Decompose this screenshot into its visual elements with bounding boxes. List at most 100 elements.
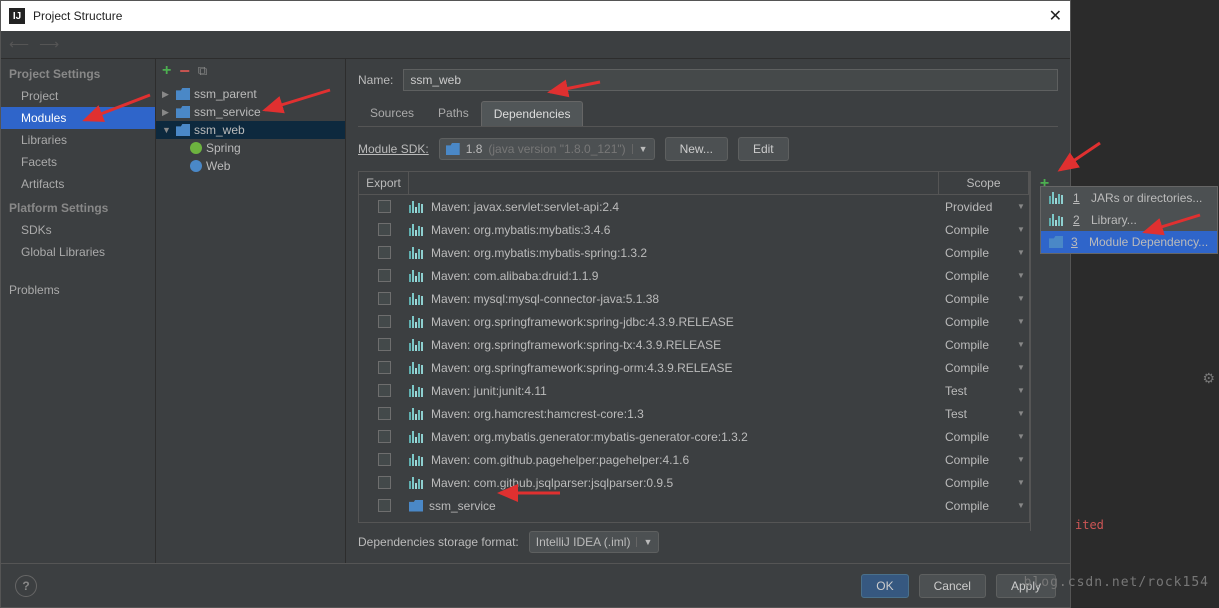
titlebar: IJ Project Structure ✕ xyxy=(1,1,1070,31)
cancel-button[interactable]: Cancel xyxy=(919,574,986,598)
popup-item-library[interactable]: 2Library... xyxy=(1041,209,1217,231)
dependency-scope[interactable]: Provided xyxy=(939,200,1017,214)
dependency-row[interactable]: Maven: com.github.jsqlparser:jsqlparser:… xyxy=(359,471,1029,494)
dependency-row[interactable]: Maven: com.github.pagehelper:pagehelper:… xyxy=(359,448,1029,471)
dependency-scope[interactable]: Compile xyxy=(939,453,1017,467)
forward-icon[interactable]: ⟶ xyxy=(39,36,59,53)
dependency-scope[interactable]: Test xyxy=(939,384,1017,398)
dependency-scope[interactable]: Compile xyxy=(939,361,1017,375)
popup-item-module-dependency[interactable]: 3Module Dependency... xyxy=(1041,231,1217,253)
tab-sources[interactable]: Sources xyxy=(358,101,426,126)
module-details: Name: Sources Paths Dependencies Module … xyxy=(346,59,1070,563)
export-checkbox[interactable] xyxy=(378,361,391,374)
tab-paths[interactable]: Paths xyxy=(426,101,481,126)
dependency-scope[interactable]: Compile xyxy=(939,499,1017,513)
dependency-row[interactable]: Maven: org.mybatis:mybatis:3.4.6Compile▼ xyxy=(359,218,1029,241)
sidebar-item-project[interactable]: Project xyxy=(1,85,155,107)
dependency-scope[interactable]: Compile xyxy=(939,476,1017,490)
ok-button[interactable]: OK xyxy=(861,574,908,598)
dependency-row[interactable]: Maven: mysql:mysql-connector-java:5.1.38… xyxy=(359,287,1029,310)
popup-item-jars[interactable]: 1JARs or directories... xyxy=(1041,187,1217,209)
dependency-scope[interactable]: Test xyxy=(939,407,1017,421)
chevron-down-icon[interactable]: ▼ xyxy=(1017,271,1029,280)
edit-sdk-button[interactable]: Edit xyxy=(738,137,789,161)
add-module-icon[interactable]: + xyxy=(162,62,171,80)
module-sdk-combo[interactable]: 1.8 (java version "1.8.0_121") ▼ xyxy=(439,138,655,160)
nav-toolbar: ⟵ ⟶ xyxy=(1,31,1070,59)
sidebar-item-facets[interactable]: Facets xyxy=(1,151,155,173)
tree-node-spring[interactable]: Spring xyxy=(156,139,345,157)
dependency-row[interactable]: Maven: org.mybatis.generator:mybatis-gen… xyxy=(359,425,1029,448)
dependency-scope[interactable]: Compile xyxy=(939,292,1017,306)
chevron-down-icon[interactable]: ▼ xyxy=(1017,225,1029,234)
library-icon xyxy=(409,362,425,374)
sidebar-item-artifacts[interactable]: Artifacts xyxy=(1,173,155,195)
export-checkbox[interactable] xyxy=(378,292,391,305)
gear-icon[interactable]: ⚙ xyxy=(1202,370,1215,387)
tab-dependencies[interactable]: Dependencies xyxy=(481,101,584,126)
tree-node-ssm-web[interactable]: ▼ssm_web xyxy=(156,121,345,139)
close-icon[interactable]: ✕ xyxy=(1049,6,1062,26)
chevron-down-icon[interactable]: ▼ xyxy=(1017,340,1029,349)
new-sdk-button[interactable]: New... xyxy=(665,137,728,161)
chevron-down-icon[interactable]: ▼ xyxy=(1017,478,1029,487)
library-icon xyxy=(1049,214,1065,226)
chevron-down-icon[interactable]: ▼ xyxy=(1017,317,1029,326)
sidebar-item-problems[interactable]: Problems xyxy=(1,279,155,301)
help-icon[interactable]: ? xyxy=(15,575,37,597)
dependency-scope[interactable]: Compile xyxy=(939,223,1017,237)
sidebar-item-libraries[interactable]: Libraries xyxy=(1,129,155,151)
name-input[interactable] xyxy=(403,69,1058,91)
tree-node-web[interactable]: Web xyxy=(156,157,345,175)
export-checkbox[interactable] xyxy=(378,269,391,282)
export-checkbox[interactable] xyxy=(378,246,391,259)
chevron-down-icon[interactable]: ▼ xyxy=(1017,294,1029,303)
back-icon[interactable]: ⟵ xyxy=(9,36,29,53)
export-checkbox[interactable] xyxy=(378,223,391,236)
sidebar-item-global-libraries[interactable]: Global Libraries xyxy=(1,241,155,263)
export-checkbox[interactable] xyxy=(378,384,391,397)
export-checkbox[interactable] xyxy=(378,338,391,351)
export-checkbox[interactable] xyxy=(378,407,391,420)
chevron-down-icon[interactable]: ▼ xyxy=(1017,432,1029,441)
export-checkbox[interactable] xyxy=(378,476,391,489)
export-checkbox[interactable] xyxy=(378,430,391,443)
chevron-down-icon[interactable]: ▼ xyxy=(1017,455,1029,464)
sidebar-item-sdks[interactable]: SDKs xyxy=(1,219,155,241)
sdk-icon xyxy=(446,143,460,155)
export-checkbox[interactable] xyxy=(378,200,391,213)
dependency-scope[interactable]: Compile xyxy=(939,338,1017,352)
chevron-down-icon[interactable]: ▼ xyxy=(1017,501,1029,510)
storage-format-combo[interactable]: IntelliJ IDEA (.iml) ▼ xyxy=(529,531,660,553)
dependency-scope[interactable]: Compile xyxy=(939,315,1017,329)
dependency-scope[interactable]: Compile xyxy=(939,430,1017,444)
export-checkbox[interactable] xyxy=(378,499,391,512)
chevron-down-icon[interactable]: ▼ xyxy=(1017,409,1029,418)
remove-module-icon[interactable]: − xyxy=(179,61,190,82)
dependency-row[interactable]: Maven: com.alibaba:druid:1.1.9Compile▼ xyxy=(359,264,1029,287)
dependency-scope[interactable]: Compile xyxy=(939,269,1017,283)
library-icon xyxy=(409,224,425,236)
chevron-down-icon[interactable]: ▼ xyxy=(1017,248,1029,257)
chevron-down-icon[interactable]: ▼ xyxy=(1017,202,1029,211)
dependency-scope[interactable]: Compile xyxy=(939,246,1017,260)
dependency-row[interactable]: ssm_serviceCompile▼ xyxy=(359,494,1029,517)
dependency-row[interactable]: Maven: org.hamcrest:hamcrest-core:1.3Tes… xyxy=(359,402,1029,425)
dependency-row[interactable]: Maven: junit:junit:4.11Test▼ xyxy=(359,379,1029,402)
tree-node-ssm-service[interactable]: ▶ssm_service xyxy=(156,103,345,121)
chevron-down-icon[interactable]: ▼ xyxy=(1017,363,1029,372)
copy-module-icon[interactable]: ⧉ xyxy=(198,63,207,79)
chevron-down-icon[interactable]: ▼ xyxy=(1017,386,1029,395)
folder-icon xyxy=(176,124,190,136)
tree-node-ssm-parent[interactable]: ▶ssm_parent xyxy=(156,85,345,103)
dependencies-header: Export Scope xyxy=(359,172,1029,195)
dependency-row[interactable]: Maven: org.springframework:spring-jdbc:4… xyxy=(359,310,1029,333)
dependency-row[interactable]: Maven: org.springframework:spring-orm:4.… xyxy=(359,356,1029,379)
sidebar-item-modules[interactable]: Modules xyxy=(1,107,155,129)
dependency-row[interactable]: Maven: org.mybatis:mybatis-spring:1.3.2C… xyxy=(359,241,1029,264)
export-checkbox[interactable] xyxy=(378,315,391,328)
export-checkbox[interactable] xyxy=(378,453,391,466)
dependency-row[interactable]: Maven: javax.servlet:servlet-api:2.4 Prov… xyxy=(359,195,1029,218)
dependency-name: Maven: javax.servlet:servlet-api:2.4 xyxy=(431,200,619,214)
dependency-row[interactable]: Maven: org.springframework:spring-tx:4.3… xyxy=(359,333,1029,356)
